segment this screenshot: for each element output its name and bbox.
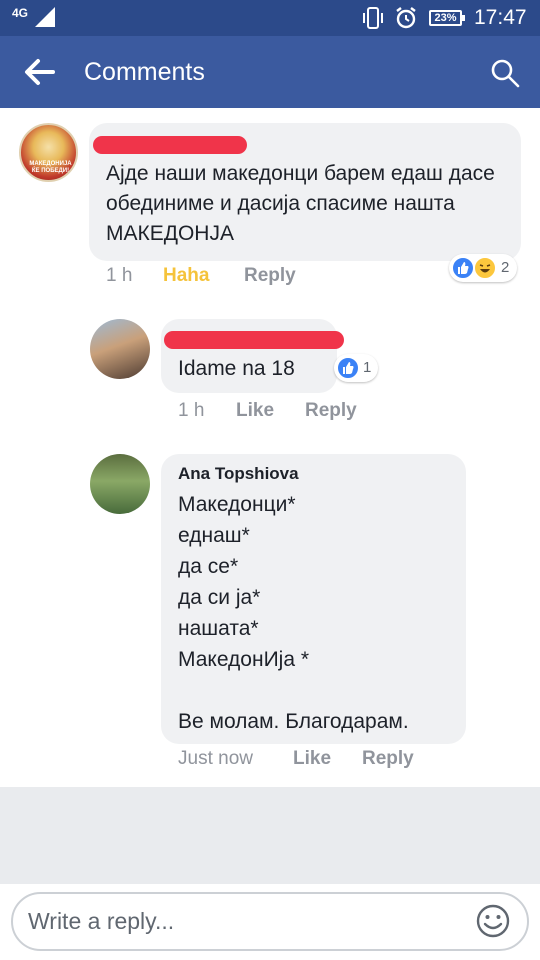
page-title: Comments: [84, 58, 205, 86]
reaction-summary[interactable]: 1: [334, 354, 378, 382]
haha-reaction-button[interactable]: Haha: [163, 265, 209, 287]
emoji-icon[interactable]: [475, 903, 511, 939]
comment-text: Idame na 18: [178, 357, 295, 380]
reply-button[interactable]: Reply: [244, 265, 296, 287]
avatar[interactable]: МАКЕДОНИЈА ЌЕ ПОБЕДИ!: [19, 123, 78, 182]
clock: 17:47: [474, 6, 527, 29]
like-reaction-icon: [451, 256, 475, 280]
app-bar: Comments: [0, 36, 540, 108]
haha-reaction-icon: [473, 256, 497, 280]
comment-author[interactable]: Ana Topshiova: [178, 464, 299, 484]
redacted-author-name: [93, 136, 247, 154]
comment-line: Ве молам. Благодарам.: [178, 710, 409, 733]
reply-button[interactable]: Reply: [362, 748, 414, 770]
reaction-count: 2: [501, 259, 510, 276]
avatar[interactable]: [90, 454, 150, 514]
status-bar: 4G 23% 17:47: [0, 0, 540, 36]
comment-time: 1 h: [178, 400, 205, 421]
empty-area: [0, 787, 540, 884]
alarm-icon: [396, 7, 416, 29]
vibrate-icon: [363, 7, 383, 29]
comment-time: Just now: [178, 748, 253, 769]
avatar[interactable]: [90, 319, 150, 379]
comment-line: Македонци*: [178, 493, 296, 516]
like-reaction-icon: [336, 356, 360, 380]
back-arrow-icon[interactable]: [22, 56, 56, 88]
reaction-count: 1: [363, 359, 372, 376]
comment-line: нашата*: [178, 617, 259, 640]
network-type: 4G: [12, 6, 29, 20]
avatar-caption: МАКЕДОНИЈА ЌЕ ПОБЕДИ!: [29, 161, 72, 174]
reply-button[interactable]: Reply: [305, 400, 357, 422]
reply-input[interactable]: [11, 892, 529, 951]
signal-icon: [35, 7, 55, 27]
battery-tip: [462, 15, 465, 21]
comment-line: да си ја*: [178, 586, 261, 609]
search-icon[interactable]: [488, 56, 522, 90]
comment-text: Македонци* еднаш* да се* да си ја* нашат…: [178, 489, 409, 737]
comment-time: 1 h: [106, 265, 133, 286]
reaction-summary[interactable]: 2: [449, 254, 517, 282]
comment-line: да се*: [178, 555, 239, 578]
redacted-author-name: [164, 331, 344, 349]
comment-line: МакедонИја *: [178, 648, 310, 671]
like-button[interactable]: Like: [293, 748, 331, 770]
comment-text: Ајде наши македонци барем едаш дасе обед…: [106, 162, 495, 245]
comment-line: еднаш*: [178, 524, 250, 547]
battery-icon: 23%: [429, 10, 462, 26]
comment-line: [178, 675, 409, 706]
like-button[interactable]: Like: [236, 400, 274, 422]
